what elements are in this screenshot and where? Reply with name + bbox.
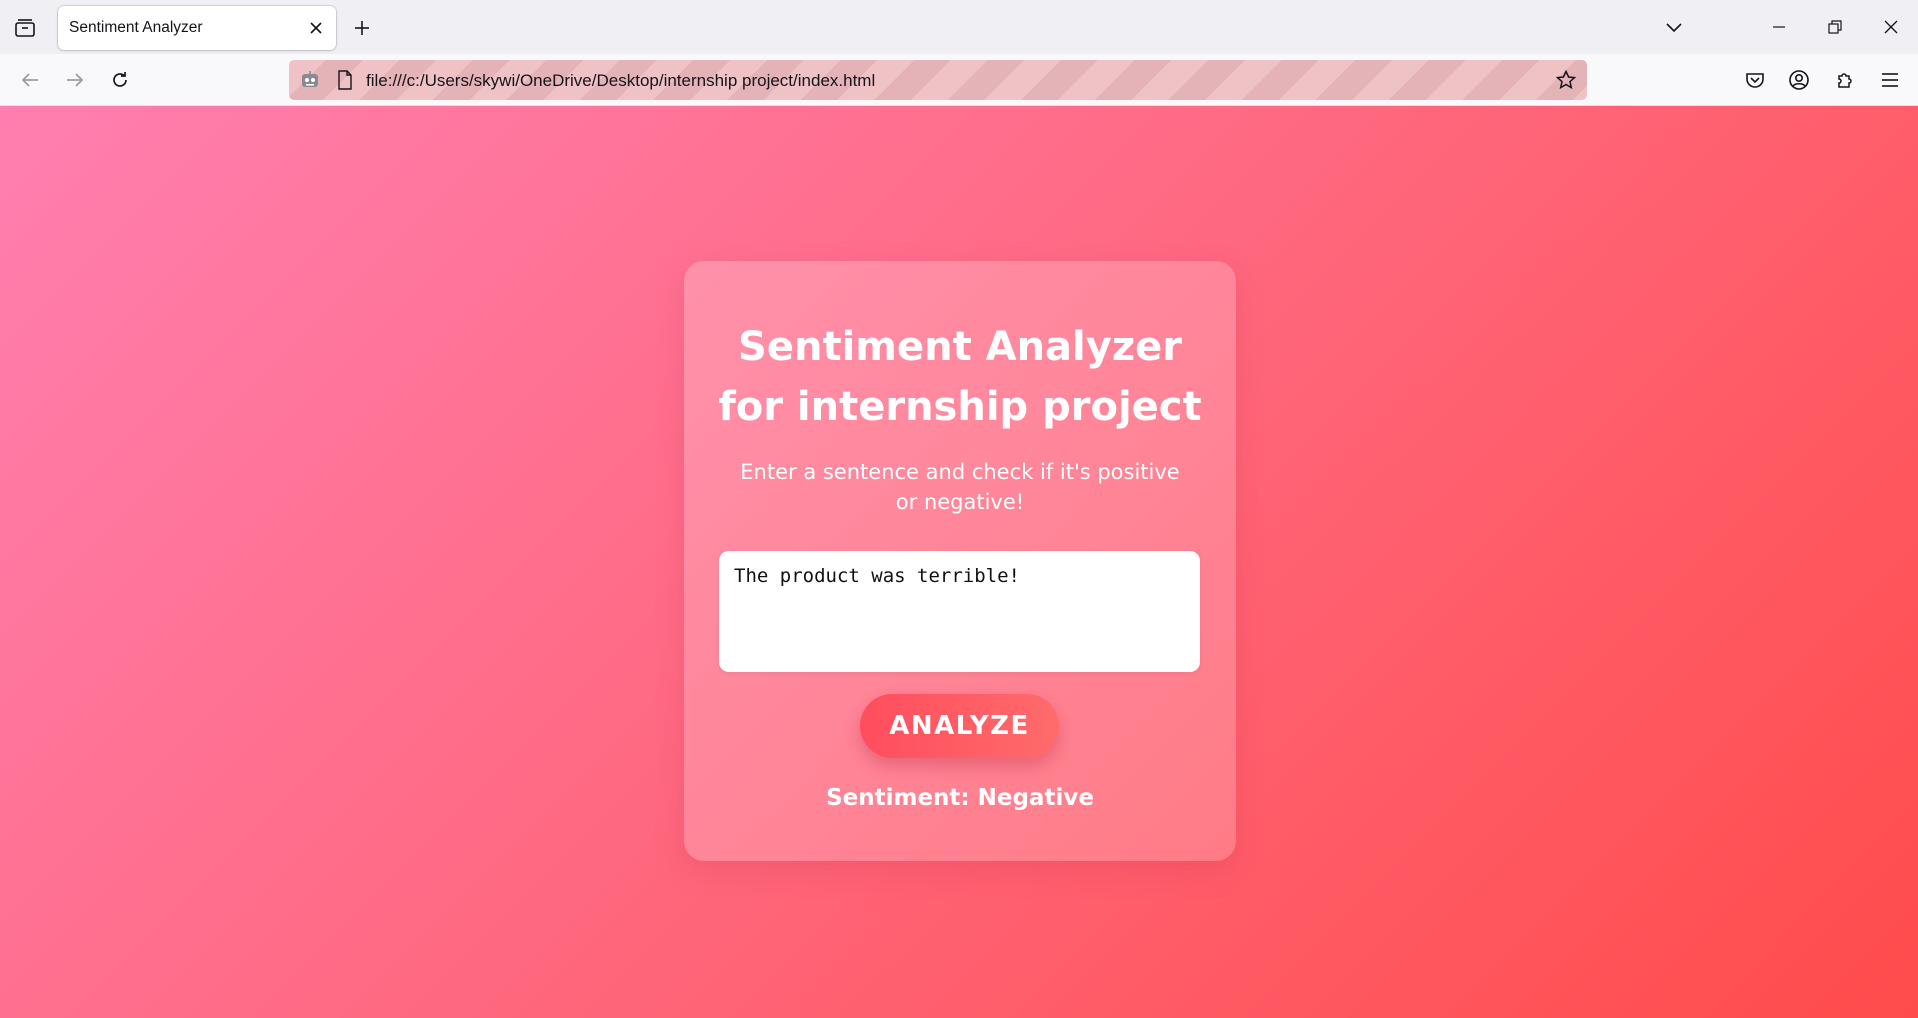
tab-list-button[interactable] <box>8 12 42 44</box>
minimize-button[interactable] <box>1762 11 1796 43</box>
pocket-icon <box>1746 73 1764 88</box>
star-icon <box>1556 70 1576 90</box>
tab-close-button[interactable] <box>304 16 328 40</box>
back-button[interactable] <box>13 63 47 97</box>
reload-icon <box>113 72 127 87</box>
page-icon <box>333 68 357 92</box>
page-title: Sentiment Analyzer for internship projec… <box>718 324 1202 430</box>
reload-button[interactable] <box>103 63 137 97</box>
navigation-toolbar: file:///c:/Users/skywi/OneDrive/Desktop/… <box>0 54 1918 106</box>
analyzer-card: Sentiment Analyzer for internship projec… <box>684 261 1236 861</box>
app-menu-button[interactable] <box>1873 63 1907 97</box>
address-bar[interactable]: file:///c:/Users/skywi/OneDrive/Desktop/… <box>289 60 1587 100</box>
sentence-input[interactable]: The product was terrible! <box>719 551 1200 672</box>
robot-icon <box>297 67 323 93</box>
close-icon <box>310 22 322 34</box>
analyze-button[interactable]: ANALYZE <box>860 694 1059 758</box>
plus-icon <box>355 21 369 35</box>
account-icon <box>1789 70 1809 90</box>
forward-button[interactable] <box>58 63 92 97</box>
minimize-icon <box>1773 26 1785 28</box>
page-subtitle: Enter a sentence and check if it's posit… <box>740 460 1180 514</box>
url-text: file:///c:/Users/skywi/OneDrive/Desktop/… <box>366 71 876 90</box>
tab-bar: Sentiment Analyzer <box>0 0 1918 54</box>
chevron-down-icon <box>1666 23 1682 33</box>
tab-sentiment-analyzer[interactable]: Sentiment Analyzer <box>58 6 336 50</box>
restore-button[interactable] <box>1818 11 1852 43</box>
page-background: Sentiment Analyzer for internship projec… <box>0 106 1918 1018</box>
bookmark-star-button[interactable] <box>1553 67 1579 93</box>
window-close-icon <box>1884 20 1898 34</box>
sentiment-result: Sentiment: Negative <box>826 785 1094 811</box>
account-button[interactable] <box>1782 63 1816 97</box>
tab-title: Sentiment Analyzer <box>69 19 203 36</box>
forward-arrow-icon <box>67 73 84 87</box>
restore-icon <box>1828 20 1842 34</box>
pocket-button[interactable] <box>1738 63 1772 97</box>
list-all-tabs-button[interactable] <box>1656 11 1692 43</box>
tab-list-icon <box>15 19 35 37</box>
window-close-button[interactable] <box>1874 11 1908 43</box>
extensions-button[interactable] <box>1828 63 1862 97</box>
new-tab-button[interactable] <box>346 12 378 44</box>
extensions-icon <box>1838 73 1852 88</box>
hamburger-menu-icon <box>1882 73 1898 87</box>
back-arrow-icon <box>21 73 38 87</box>
